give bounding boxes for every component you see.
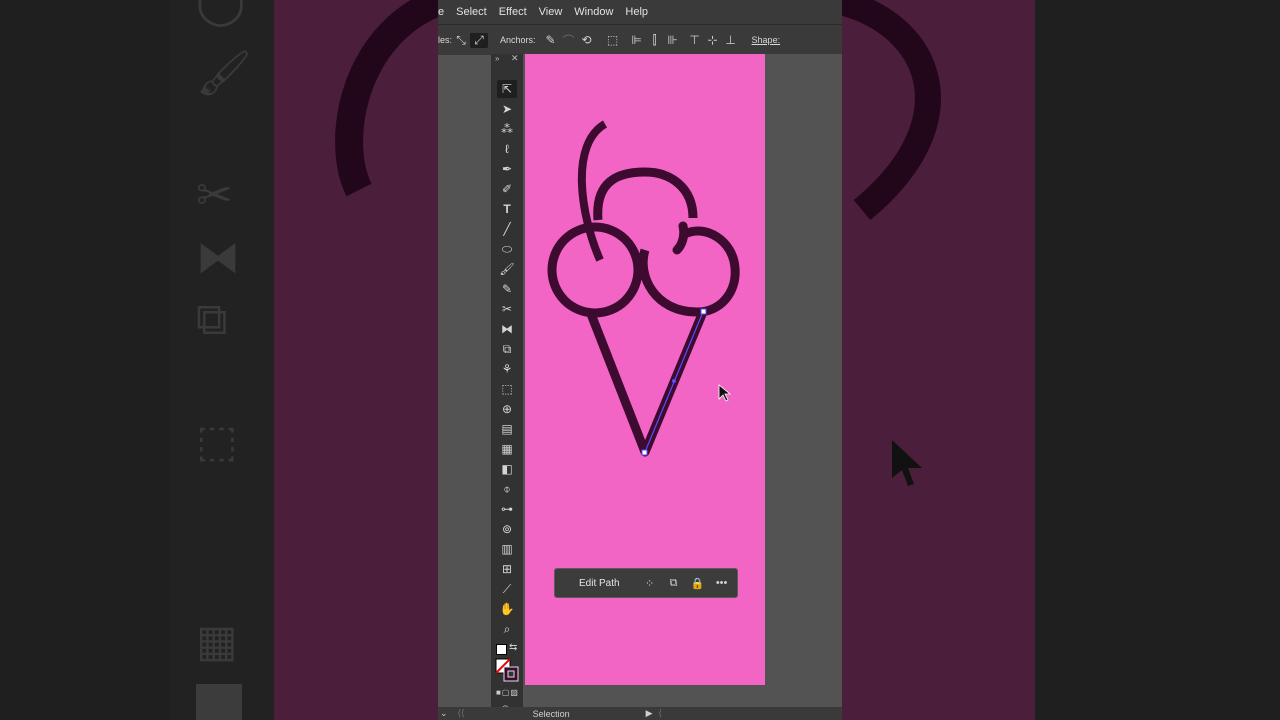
gradient-tool-icon[interactable]: ◧ bbox=[497, 460, 517, 478]
shape-builder-tool-icon[interactable]: ⊕ bbox=[497, 400, 517, 418]
menu-item-view[interactable]: View bbox=[539, 6, 563, 18]
paintbrush-tool-icon[interactable]: 🖌 bbox=[497, 260, 517, 278]
color-mode-icons[interactable]: ■▢▨ bbox=[496, 688, 519, 697]
ghost-free-transform-icon: ⬚ bbox=[196, 417, 238, 466]
duplicate-icon[interactable]: ⧉ bbox=[662, 577, 686, 590]
artboard-tool-icon[interactable]: ⊞ bbox=[497, 560, 517, 578]
slice-tool-icon[interactable]: ⟋ bbox=[497, 580, 517, 598]
edit-path-button[interactable]: Edit Path bbox=[573, 575, 626, 592]
lock-icon[interactable]: 🔒 bbox=[686, 577, 710, 590]
align-center-icon[interactable]: ⫿ bbox=[646, 33, 664, 48]
background-left-blur: ◯ 🖌 ✂ ⧓ ⧉ ⬚ ▦ bbox=[0, 0, 438, 720]
background-right-blur bbox=[842, 0, 1280, 720]
ghost-scissors-icon: ✂ bbox=[196, 171, 233, 220]
anchor-point-top[interactable] bbox=[700, 308, 707, 315]
status-bar: ⌄ ⟨⟨ Selection ▶ ⟨ bbox=[438, 707, 842, 720]
ghost-reflect-icon: ⧓ bbox=[196, 233, 240, 282]
panel-collapse-icon[interactable]: » bbox=[495, 54, 499, 63]
hand-tool-icon[interactable]: ✋ bbox=[497, 600, 517, 618]
anchors-label: Anchors: bbox=[500, 35, 536, 45]
free-transform-tool-icon[interactable]: ⬚ bbox=[497, 380, 517, 398]
ghost-scale-icon: ⧉ bbox=[196, 295, 228, 344]
puppet-warp-tool-icon[interactable]: ⚘ bbox=[497, 360, 517, 378]
scissors-tool-icon[interactable]: ✂ bbox=[497, 300, 517, 318]
selection-tool-icon[interactable]: ⇱ bbox=[497, 80, 517, 98]
align-top-icon[interactable]: ⊤ bbox=[686, 33, 704, 47]
direct-selection-tool-icon[interactable]: ➤ bbox=[497, 100, 517, 118]
control-bar: les: ⤡ ⤢ Anchors: ✎ ⌒ ⟲ ⬚ ⊫ ⫿ ⊪ ⊤ ⊹ ⊥ Sh… bbox=[438, 24, 842, 55]
status-mode: Selection bbox=[532, 708, 570, 719]
menu-item-window[interactable]: Window bbox=[574, 6, 613, 18]
menu-bar: e Select Effect View Window Help bbox=[438, 0, 842, 24]
perspective-grid-tool-icon[interactable]: ▤ bbox=[497, 420, 517, 438]
eyedropper-tool-icon[interactable]: ⌽ bbox=[497, 480, 517, 498]
column-graph-tool-icon[interactable]: ▥ bbox=[497, 540, 517, 558]
pen-tool-icon[interactable]: ✒ bbox=[497, 160, 517, 178]
line-tool-icon[interactable]: ╱ bbox=[497, 220, 517, 238]
zoom-tool-icon[interactable]: ⌕ bbox=[497, 620, 517, 638]
reflect-tool-icon[interactable]: ⧓ bbox=[497, 320, 517, 338]
transform-icon[interactable]: ⬚ bbox=[604, 33, 622, 47]
type-tool-icon[interactable]: T bbox=[497, 200, 517, 218]
tools-panel: » ✕ ⇱ ➤ ⁂ ℓ ✒ ✐ T ╱ ⬭ 🖌 ✎ ✂ ⧓ ⧉ ⚘ ⬚ ⊕ ▤ … bbox=[491, 53, 523, 720]
menu-item-help[interactable]: Help bbox=[625, 6, 648, 18]
cut-path-icon[interactable]: ⟲ bbox=[578, 33, 596, 47]
remove-anchor-icon[interactable]: ✎ bbox=[542, 33, 560, 47]
menu-item-type[interactable]: e bbox=[438, 6, 444, 18]
ghost-paintbrush-icon: 🖌 bbox=[196, 49, 252, 98]
ghost-cursor-icon bbox=[892, 440, 922, 486]
ghost-mesh-icon: ▦ bbox=[196, 617, 238, 666]
back-icon[interactable]: ⟨ bbox=[659, 708, 663, 719]
panel-close-icon[interactable]: ✕ bbox=[511, 53, 519, 64]
play-icon[interactable]: ▶ bbox=[646, 708, 653, 719]
illustrator-window: e Select Effect View Window Help les: ⤡ … bbox=[438, 0, 842, 720]
shaper-tool-icon[interactable]: ✎ bbox=[497, 280, 517, 298]
default-colors-icon[interactable] bbox=[496, 644, 507, 655]
dropdown-icon[interactable]: ⌄ bbox=[440, 708, 448, 719]
ghost-scoop-ring bbox=[335, 0, 438, 197]
align-middle-icon[interactable]: ⊹ bbox=[704, 33, 722, 47]
anchor-point-bottom[interactable] bbox=[641, 449, 648, 456]
align-bottom-icon[interactable]: ⊥ bbox=[722, 33, 740, 47]
connect-anchor-icon[interactable]: ⌒ bbox=[560, 32, 578, 49]
simplify-icon[interactable]: ⁘ bbox=[638, 577, 662, 590]
prev-artboard-icon[interactable]: ⟨⟨ bbox=[458, 708, 465, 719]
align-left-icon[interactable]: ⊫ bbox=[628, 33, 646, 47]
align-right-icon[interactable]: ⊪ bbox=[664, 33, 682, 47]
magic-wand-tool-icon[interactable]: ⁂ bbox=[497, 120, 517, 138]
more-options-icon[interactable]: ••• bbox=[710, 577, 734, 589]
symbol-sprayer-tool-icon[interactable]: ⊚ bbox=[497, 520, 517, 538]
contextual-task-bar: Edit Path ⁘ ⧉ 🔒 ••• bbox=[554, 568, 738, 598]
lasso-tool-icon[interactable]: ℓ bbox=[497, 140, 517, 158]
ghost-ellipse-icon: ◯ bbox=[196, 0, 246, 26]
convert-corner-icon[interactable]: ⤡ bbox=[452, 33, 470, 48]
fill-stroke-swatch[interactable] bbox=[495, 658, 519, 682]
ghost-scoop-ring bbox=[842, 0, 941, 221]
ellipse-tool-icon[interactable]: ⬭ bbox=[497, 240, 517, 258]
path-midpoint[interactable] bbox=[672, 379, 676, 383]
shape-label[interactable]: Shape: bbox=[752, 35, 781, 45]
blend-tool-icon[interactable]: ⊶ bbox=[497, 500, 517, 518]
menu-item-select[interactable]: Select bbox=[456, 6, 487, 18]
mesh-tool-icon[interactable]: ▦ bbox=[497, 440, 517, 458]
scale-tool-icon[interactable]: ⧉ bbox=[497, 340, 517, 358]
ghost-gradient-icon bbox=[196, 684, 242, 720]
swap-colors-icon[interactable]: ⇆ bbox=[509, 642, 517, 653]
curvature-tool-icon[interactable]: ✐ bbox=[497, 180, 517, 198]
mouse-cursor-icon bbox=[718, 384, 732, 402]
convert-smooth-icon[interactable]: ⤢ bbox=[470, 32, 489, 48]
handles-label: les: bbox=[438, 35, 453, 45]
menu-item-effect[interactable]: Effect bbox=[499, 6, 527, 18]
